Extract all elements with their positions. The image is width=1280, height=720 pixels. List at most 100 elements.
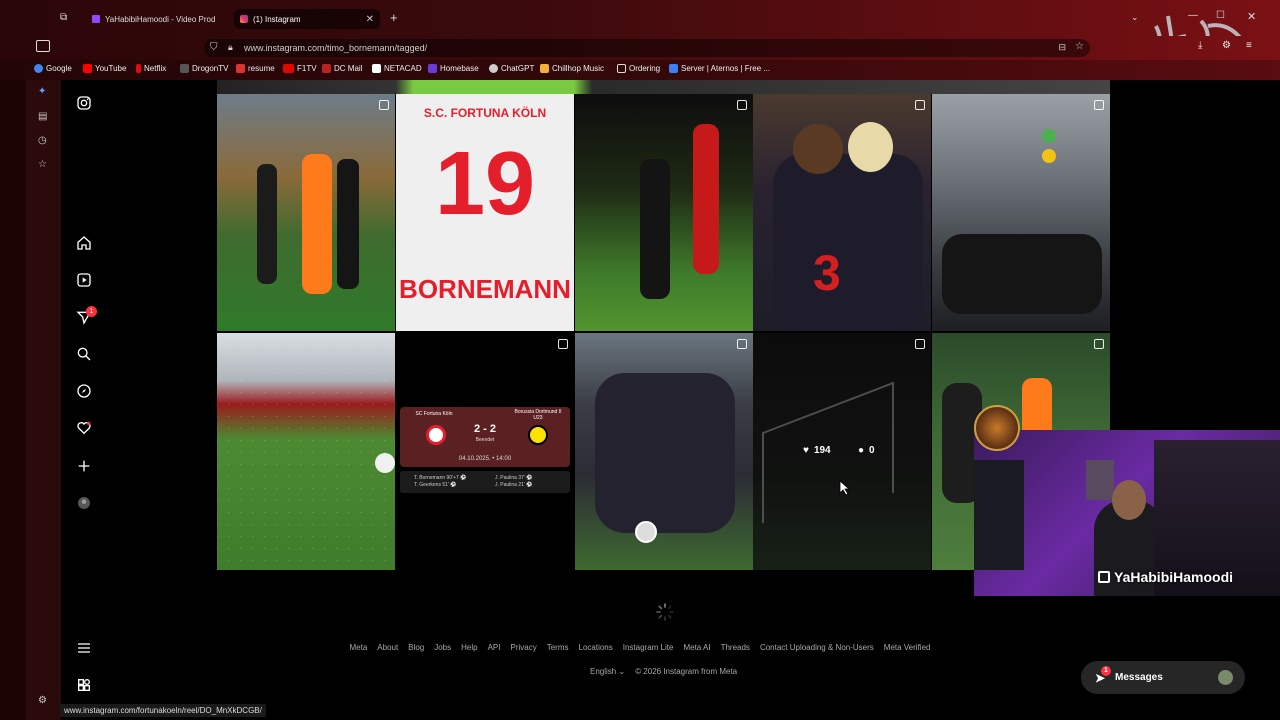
screenshot-icon[interactable]: ⊟	[1058, 42, 1066, 53]
status-bar-url: www.instagram.com/fortunakoeln/reel/DO_M…	[60, 704, 266, 717]
footer-link[interactable]: Meta	[350, 643, 368, 652]
bookmark-label: NETACAD	[384, 64, 422, 73]
browser-tab-bar: ⧉ YaHabibiHamoodi - Video Prod (1) Insta…	[0, 0, 1280, 70]
footer-link[interactable]: Meta Verified	[884, 643, 931, 652]
footer-link[interactable]: API	[488, 643, 501, 652]
streamer-head	[1112, 480, 1146, 520]
post-tile-hovered[interactable]: ♥ 194 ● 0	[753, 333, 931, 570]
bookmark-label: Chillhop Music	[552, 64, 605, 73]
player-figure	[257, 164, 277, 284]
bookmark-dcmail[interactable]: DC Mail	[322, 64, 362, 73]
bookmark-google[interactable]: Google	[34, 64, 72, 73]
url-field[interactable]: ⛉ 🔒︎ www.instagram.com/timo_bornemann/ta…	[204, 39, 1090, 57]
post-tile-goal-net[interactable]	[217, 333, 395, 570]
bookmark-star-icon[interactable]: ☆	[1075, 41, 1084, 52]
bookmark-netacad[interactable]: NETACAD	[372, 64, 422, 73]
player-bib-orange	[302, 154, 332, 294]
likes-count: ♥ 194	[803, 445, 831, 456]
player-head	[848, 122, 893, 172]
aternos-icon	[669, 64, 678, 73]
easy-setup-icon[interactable]: ≡	[1246, 40, 1252, 51]
bookmark-aternos[interactable]: Server | Aternos | Free ...	[669, 64, 770, 73]
window-blinds	[1086, 460, 1114, 500]
new-tab-button[interactable]: +	[390, 10, 398, 25]
bookmarks-icon[interactable]: ☆	[38, 159, 47, 170]
tab-twitch[interactable]: YaHabibiHamoodi - Video Prod	[86, 9, 230, 29]
shirt-number: 3	[813, 245, 841, 301]
profile-avatar[interactable]	[76, 495, 92, 511]
bookmark-youtube[interactable]: YouTube	[83, 64, 126, 73]
youtube-icon	[83, 64, 92, 73]
shield-icon[interactable]: ⛉	[210, 42, 218, 53]
footer-link[interactable]: Blog	[408, 643, 424, 652]
search-icon[interactable]	[76, 346, 92, 362]
bookmark-label: resume	[248, 64, 275, 73]
pinboard-icon[interactable]: ▤	[38, 111, 47, 122]
bookmark-ordering[interactable]: Ordering	[617, 64, 660, 73]
bookmark-label: Ordering	[629, 64, 661, 73]
footer-link[interactable]: Meta AI	[683, 643, 710, 652]
footer-link[interactable]: Instagram Lite	[623, 643, 674, 652]
aria-icon[interactable]: ✦	[38, 86, 46, 97]
bookmark-label: Netflix	[144, 64, 167, 73]
create-icon[interactable]	[76, 458, 92, 474]
post-tile-hug[interactable]: 3	[753, 94, 931, 331]
post-tile-team-celebration[interactable]	[575, 333, 753, 570]
home-icon[interactable]	[76, 235, 92, 251]
footer-link[interactable]: About	[377, 643, 398, 652]
footer-link[interactable]: Threads	[721, 643, 750, 652]
avatar	[1218, 670, 1233, 685]
messages-button[interactable]: ➤ 1 Messages	[1081, 661, 1245, 694]
also-from-meta-icon[interactable]	[76, 677, 92, 693]
settings-icon[interactable]: ⚙	[38, 695, 47, 706]
post-tile-celebration[interactable]	[217, 94, 395, 331]
bookmark-f1tv[interactable]: F1TV	[283, 64, 317, 73]
chevron-down-icon: ⌄	[618, 667, 626, 676]
player-figure-red	[693, 124, 719, 274]
extensions-icon[interactable]: ⚙	[1222, 40, 1231, 51]
chatgpt-icon	[489, 64, 498, 73]
match-status: Beendet	[475, 437, 495, 443]
carousel-icon	[737, 100, 747, 110]
bookmark-drogontv[interactable]: DrogonTV	[180, 64, 228, 73]
post-tile-jersey[interactable]: S.C. FORTUNA KÖLN 19 BORNEMANN	[396, 94, 574, 331]
sidebar-toggle-icon[interactable]	[36, 40, 50, 52]
instagram-icon[interactable]	[76, 95, 92, 111]
footer-link[interactable]: Contact Uploading & Non-Users	[760, 643, 874, 652]
language-select[interactable]: English ⌄	[590, 667, 625, 676]
reels-icon[interactable]	[76, 272, 92, 288]
hover-overlay	[753, 333, 931, 570]
bookmark-resume[interactable]: resume	[236, 64, 275, 73]
jersey-name: BORNEMANN	[399, 274, 571, 304]
bookmark-chillhop[interactable]: Chillhop Music	[540, 64, 604, 73]
explore-icon[interactable]	[76, 383, 92, 399]
carousel-icon	[379, 100, 389, 110]
post-tile-night-match[interactable]	[575, 94, 753, 331]
mouse-cursor-icon	[839, 480, 849, 496]
bookmark-label: YouTube	[95, 64, 127, 73]
google-icon	[34, 64, 43, 73]
homebase-icon	[428, 64, 437, 73]
notifications-icon[interactable]	[76, 420, 92, 436]
footer-link[interactable]: Terms	[547, 643, 569, 652]
window-frame	[0, 80, 26, 720]
tab-manager-icon[interactable]: ⧉	[60, 12, 67, 23]
player-figure	[773, 154, 923, 331]
close-tab-icon[interactable]: ✕	[366, 14, 374, 25]
post-tile-gym[interactable]	[932, 94, 1110, 331]
bookmark-chatgpt[interactable]: ChatGPT	[489, 64, 534, 73]
tab-instagram[interactable]: (1) Instagram ✕	[234, 9, 380, 29]
footer-link[interactable]: Help	[461, 643, 477, 652]
streamer-logo-icon	[974, 405, 1020, 451]
home-team-name: SC Fortuna Köln	[415, 411, 453, 417]
instagram-favicon-icon	[240, 15, 248, 23]
footer-link[interactable]: Privacy	[510, 643, 536, 652]
bookmark-netflix[interactable]: Netflix	[136, 64, 166, 73]
bookmark-homebase[interactable]: Homebase	[428, 64, 479, 73]
download-icon[interactable]: ⤓	[1198, 40, 1202, 51]
history-icon[interactable]: ◷	[38, 135, 47, 146]
post-tile-scoreboard[interactable]: SC Fortuna Köln Borussia Dortmund II U23…	[396, 333, 574, 570]
footer-link[interactable]: Locations	[579, 643, 613, 652]
footer-link[interactable]: Jobs	[434, 643, 451, 652]
tab-search-icon[interactable]: ⌄	[1131, 12, 1139, 23]
